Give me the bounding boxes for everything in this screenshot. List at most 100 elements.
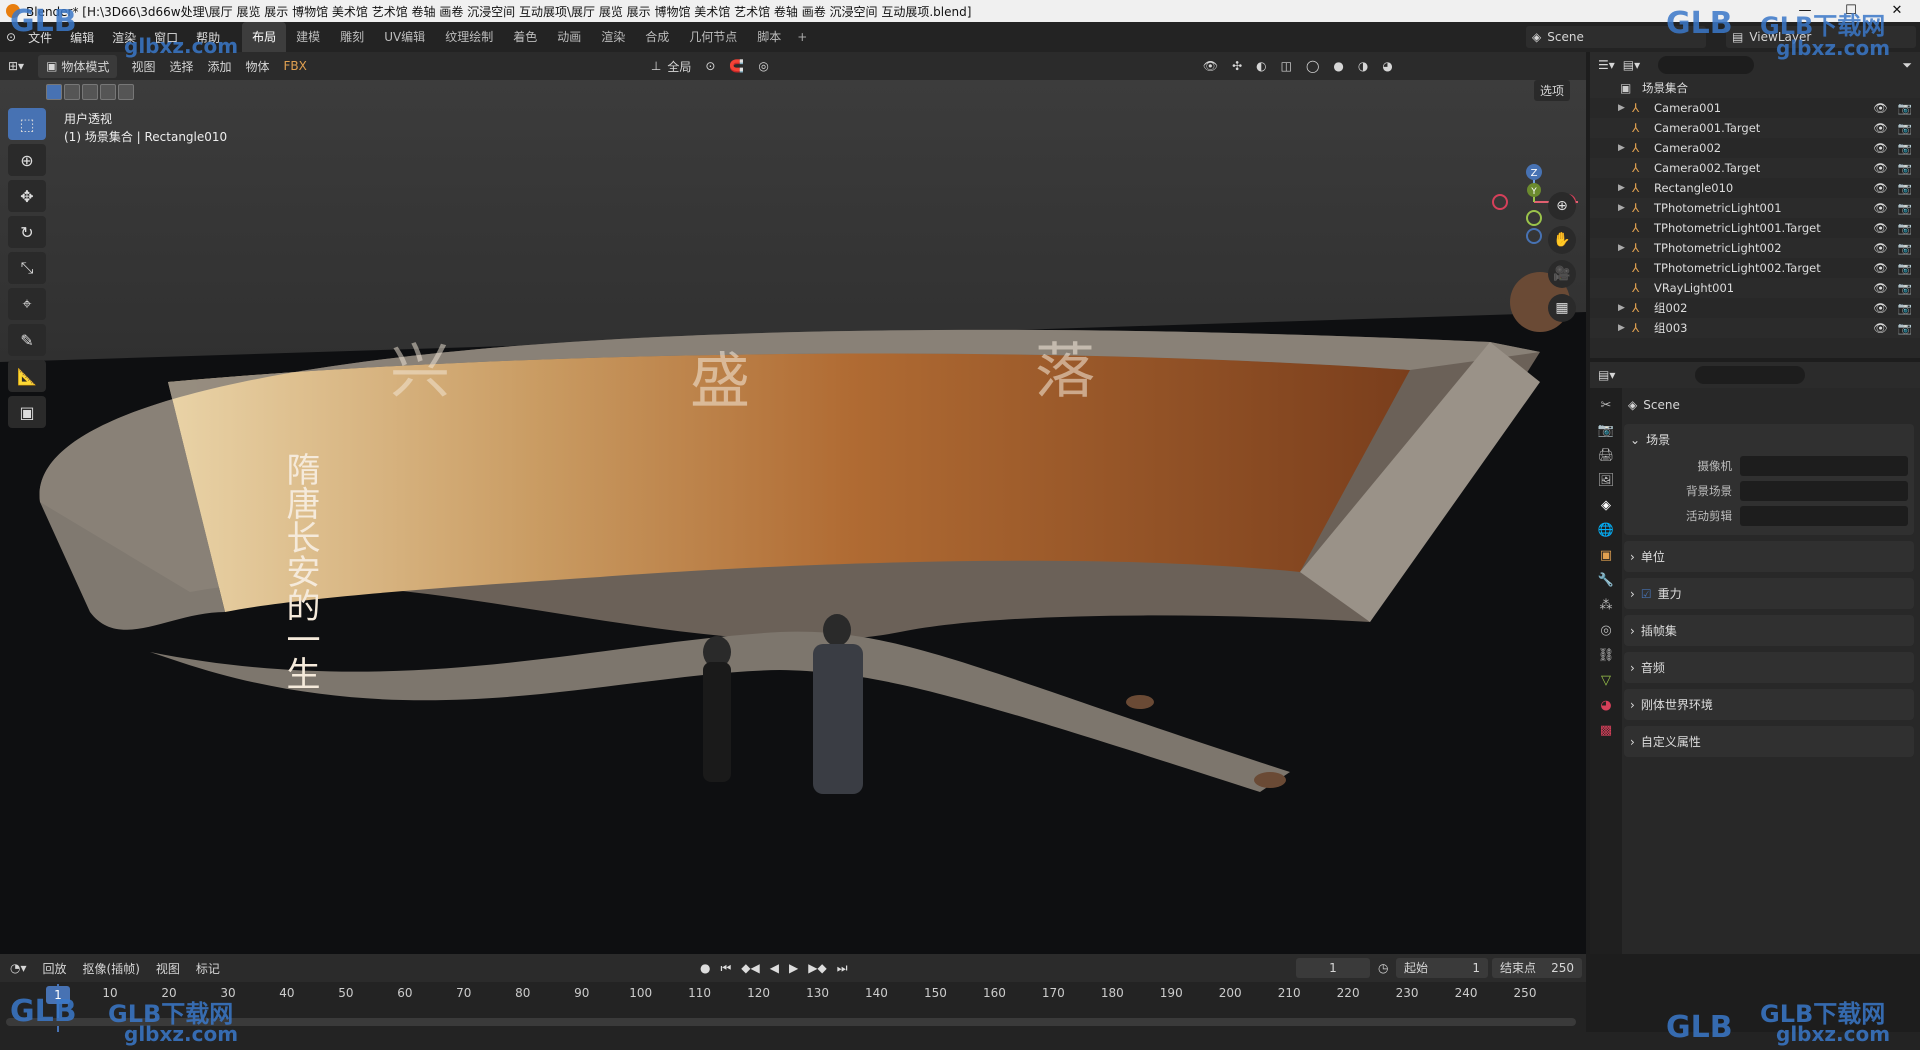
overlay-icon[interactable]: ◐ (1256, 59, 1266, 73)
output-tab-icon[interactable]: 🖨 (1598, 448, 1615, 463)
panel-collapsed[interactable]: › 音频 (1624, 652, 1914, 683)
prev-keyframe-icon[interactable]: ◆◀ (741, 961, 759, 976)
display-mode-icon[interactable]: ▤▾ (1623, 58, 1640, 72)
tab-workspace-8[interactable]: 合成 (635, 22, 679, 52)
render-camera-icon[interactable]: 📷 (1898, 121, 1912, 135)
viewport-menu-2[interactable]: 添加 (207, 58, 231, 75)
panel-collapsed[interactable]: › ☑ 重力 (1624, 578, 1914, 609)
eye-icon[interactable]: 👁 (1873, 181, 1888, 195)
outliner-editor-icon[interactable]: ☰▾ (1598, 58, 1615, 72)
outliner-row[interactable]: ▶ ⅄ TPhotometricLight001 👁 📷 (1590, 198, 1920, 218)
outliner-row[interactable]: ▶ ⅄ Camera002 👁 📷 (1590, 138, 1920, 158)
shading-render-icon[interactable]: ◕ (1382, 59, 1392, 73)
panel-collapsed[interactable]: › 插帧集 (1624, 615, 1914, 646)
expand-arrow-icon[interactable]: ▶ (1618, 183, 1632, 193)
outliner-row[interactable]: ⅄ Camera002.Target 👁 📷 (1590, 158, 1920, 178)
render-camera-icon[interactable]: 📷 (1898, 221, 1912, 235)
play-reverse-icon[interactable]: ◀ (770, 961, 779, 976)
grid-icon[interactable]: ▦ (1548, 294, 1576, 322)
eye-icon[interactable]: 👁 (1873, 161, 1888, 175)
eye-icon[interactable]: 👁 (1873, 281, 1888, 295)
options-button[interactable]: 选项 (1534, 80, 1571, 101)
property-value[interactable] (1740, 506, 1908, 526)
timeline-menu-2[interactable]: 视图 (156, 960, 180, 977)
select-new-icon[interactable] (46, 84, 62, 100)
constraints-tab-icon[interactable]: ⛓ (1598, 648, 1615, 663)
zoom-icon[interactable]: ⊕ (1548, 192, 1576, 220)
properties-editor-icon[interactable]: ▤▾ (1598, 368, 1615, 382)
render-camera-icon[interactable]: 📷 (1898, 181, 1912, 195)
select-extend-icon[interactable] (64, 84, 80, 100)
expand-arrow-icon[interactable]: ▶ (1618, 323, 1632, 333)
panel-collapsed[interactable]: › 单位 (1624, 541, 1914, 572)
expand-arrow-icon[interactable]: ▶ (1618, 103, 1632, 113)
world-tab-icon[interactable]: 🌐 (1598, 523, 1614, 538)
jump-start-icon[interactable]: ⏮ (720, 961, 731, 976)
expand-arrow-icon[interactable]: ▶ (1618, 243, 1632, 253)
viewport-menu-1[interactable]: 选择 (169, 58, 193, 75)
tab-workspace-3[interactable]: UV编辑 (374, 22, 435, 52)
pivot-icon[interactable]: ⊙ (705, 59, 715, 73)
render-camera-icon[interactable]: 📷 (1898, 321, 1912, 335)
select-intersect-icon[interactable] (118, 84, 134, 100)
expand-arrow-icon[interactable]: ▶ (1618, 303, 1632, 313)
eye-icon[interactable]: 👁 (1873, 101, 1888, 115)
render-camera-icon[interactable]: 📷 (1898, 101, 1912, 115)
filter-icon[interactable]: ⏷ (1902, 58, 1912, 73)
render-camera-icon[interactable]: 📷 (1898, 201, 1912, 215)
tab-workspace-1[interactable]: 建模 (286, 22, 330, 52)
select-invert-icon[interactable] (100, 84, 116, 100)
properties-search[interactable] (1695, 366, 1806, 384)
outliner-row[interactable]: ⅄ VRayLight001 👁 📷 (1590, 278, 1920, 298)
play-icon[interactable]: ▶ (789, 961, 798, 976)
panel-collapsed[interactable]: › 自定义属性 (1624, 726, 1914, 757)
timeline-menu-1[interactable]: 抠像(插帧) (83, 960, 140, 977)
panel-collapsed[interactable]: › 刚体世界环境 (1624, 689, 1914, 720)
physics-tab-icon[interactable]: ◎ (1600, 623, 1611, 638)
timeline-menu-3[interactable]: 标记 (196, 960, 220, 977)
property-value[interactable] (1740, 481, 1908, 501)
frame-ruler[interactable]: 10 20 30 40 50 60 70 80 90 100 110 120 130 140 150 160 1… (0, 984, 1586, 1006)
outliner-row[interactable]: ▶ ⅄ 组002 👁 📷 (1590, 298, 1920, 318)
outliner-row[interactable]: ▶ ⅄ Rectangle010 👁 📷 (1590, 178, 1920, 198)
object-tab-icon[interactable]: ▣ (1600, 548, 1612, 563)
select-subtract-icon[interactable] (82, 84, 98, 100)
scene-panel-header[interactable]: ⌄ 场景 (1630, 428, 1908, 451)
pan-hand-icon[interactable]: ✋ (1548, 226, 1576, 254)
outliner-row[interactable]: ⅄ TPhotometricLight001.Target 👁 📷 (1590, 218, 1920, 238)
tab-workspace-6[interactable]: 动画 (547, 22, 591, 52)
transform-orientation[interactable]: ⊥ 全局 (651, 58, 691, 75)
mode-selector[interactable]: ▣ 物体模式 (38, 54, 118, 78)
eye-icon[interactable]: 👁 (1873, 301, 1888, 315)
scene-tab-icon[interactable]: ◈ (1601, 498, 1611, 513)
eye-icon[interactable]: 👁 (1873, 141, 1888, 155)
render-camera-icon[interactable]: 📷 (1898, 301, 1912, 315)
start-frame-field[interactable]: 起始 1 (1396, 958, 1488, 978)
snap-icon[interactable]: 🧲 (729, 59, 744, 73)
shading-wire-icon[interactable]: ◯ (1306, 59, 1319, 73)
rotate-tool[interactable]: ↻ (8, 216, 46, 248)
modifier-tab-icon[interactable]: 🔧 (1598, 573, 1614, 588)
tab-workspace-0[interactable]: 布局 (242, 22, 287, 52)
timeline-editor-icon[interactable]: ◔▾ (10, 961, 27, 975)
3d-viewport[interactable]: 隋唐长安的一生 兴 盛 落 ⊞▾ ▣ 物体模式 视图 选择 添加 物体 FBX ⊥ 全局 … (0, 52, 1586, 954)
outliner-row[interactable]: ⅄ Camera001.Target 👁 📷 (1590, 118, 1920, 138)
proportional-icon[interactable]: ◎ (758, 59, 768, 73)
outliner-row[interactable]: ▶ ⅄ Camera001 👁 📷 (1590, 98, 1920, 118)
expand-arrow-icon[interactable]: ▶ (1618, 203, 1632, 213)
scale-tool[interactable]: ⤡ (8, 252, 46, 284)
end-frame-field[interactable]: 结束点 250 (1492, 958, 1582, 978)
gravity-checkbox[interactable]: ☑ (1641, 587, 1652, 601)
tab-workspace-10[interactable]: 脚本 (747, 22, 791, 52)
select-box-tool[interactable]: ⬚ (8, 108, 46, 140)
render-tab-icon[interactable]: 📷 (1598, 423, 1614, 438)
viewlayer-tab-icon[interactable]: 🖼 (1598, 473, 1615, 488)
visibility-icon[interactable]: 👁 (1203, 59, 1218, 73)
render-camera-icon[interactable]: 📷 (1898, 281, 1912, 295)
viewport-menu-3[interactable]: 物体 (245, 58, 269, 75)
eye-icon[interactable]: 👁 (1873, 321, 1888, 335)
next-keyframe-icon[interactable]: ▶◆ (808, 961, 826, 976)
xray-icon[interactable]: ◫ (1281, 59, 1292, 73)
tab-workspace-7[interactable]: 渲染 (591, 22, 635, 52)
add-cube-tool[interactable]: ▣ (8, 396, 46, 428)
